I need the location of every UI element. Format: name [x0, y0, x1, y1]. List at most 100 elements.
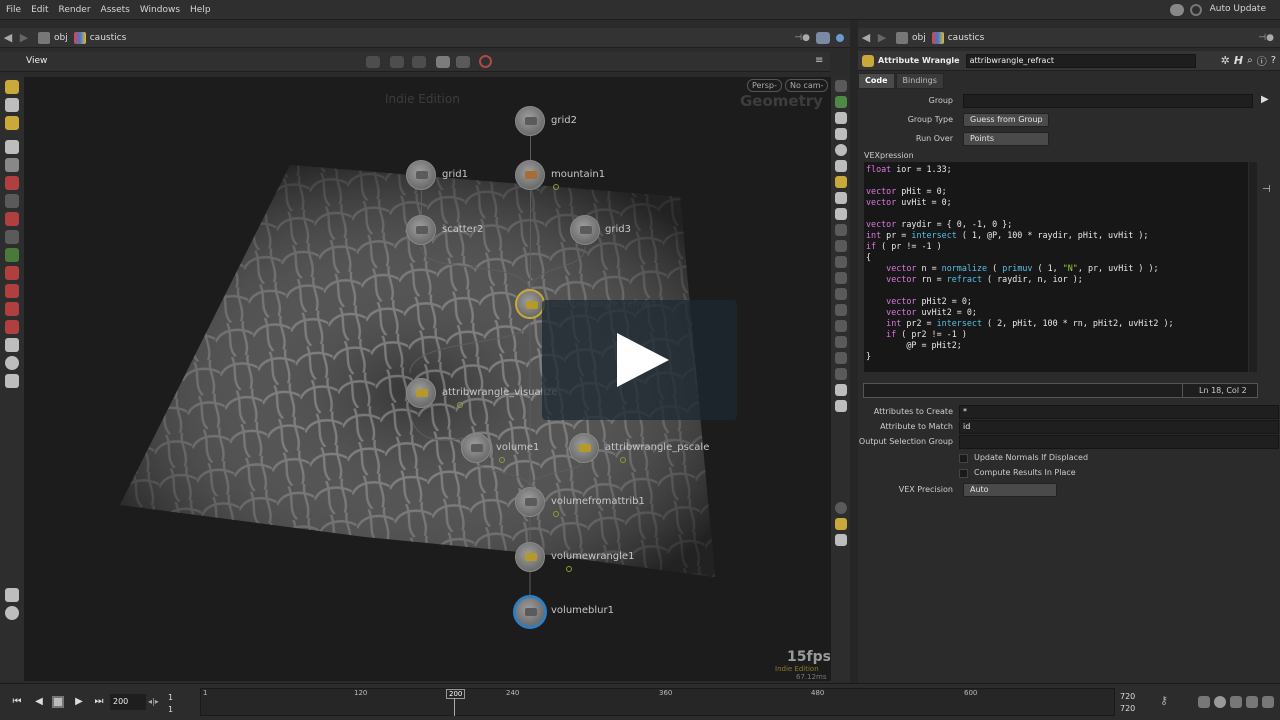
vex-code-editor[interactable]: float ior = 1.33; vector pHit = 0; vector… — [864, 162, 1248, 372]
sim-icon[interactable] — [1198, 696, 1210, 708]
code-line[interactable] — [866, 175, 1246, 186]
node-attribwrangle-pscale[interactable] — [569, 433, 599, 463]
back-arrow-icon[interactable]: ◀ — [0, 31, 16, 44]
code-line[interactable]: float ior = 1.33; — [866, 164, 1246, 175]
measure-icon[interactable] — [834, 336, 847, 348]
help-h-icon[interactable]: H — [1234, 54, 1243, 67]
menu-edit[interactable]: Edit — [31, 5, 48, 15]
menu-windows[interactable]: Windows — [140, 5, 180, 15]
select-mode-icon[interactable] — [366, 56, 380, 68]
vex-precision-menu[interactable]: Auto — [963, 483, 1057, 497]
eye-icon[interactable] — [834, 534, 847, 546]
playhead[interactable]: 200 — [446, 689, 466, 699]
menu-file[interactable]: File — [6, 5, 21, 15]
pin-icon[interactable]: ⊣● — [1258, 33, 1274, 43]
frame-ruler[interactable]: 1 120 200 240 360 480 600 — [200, 688, 1115, 716]
breadcrumb-obj[interactable]: obj — [896, 31, 926, 44]
code-line[interactable]: vector raydir = { 0, -1, 0 }; — [866, 219, 1246, 230]
handle-icon[interactable] — [412, 56, 426, 68]
viewer-tab[interactable]: View — [26, 56, 47, 66]
rotate-icon[interactable] — [5, 194, 19, 208]
box-icon[interactable] — [834, 352, 847, 364]
output-sel-field[interactable] — [959, 435, 1279, 449]
key-icon[interactable]: ⚷ — [1160, 694, 1168, 707]
brush-icon[interactable] — [5, 248, 19, 262]
node-attribwrangle-refract[interactable] — [515, 289, 545, 319]
node-name-field[interactable]: attribwrangle_refract — [965, 53, 1196, 68]
breadcrumb-caustics[interactable]: caustics — [931, 31, 984, 44]
help-circle-icon[interactable]: ? — [1271, 55, 1276, 66]
screen-icon[interactable] — [456, 56, 470, 68]
move-icon[interactable] — [5, 176, 19, 190]
code-line[interactable]: if ( pr2 != -1 ) — [866, 329, 1246, 340]
texture-icon[interactable] — [834, 192, 847, 204]
text-abc-icon[interactable] — [834, 368, 847, 380]
code-scrollbar[interactable] — [1249, 162, 1257, 372]
node-volume1[interactable] — [461, 433, 491, 463]
update-normals-checkbox[interactable] — [959, 454, 968, 463]
code-line[interactable]: vector uvHit2 = 0; — [866, 307, 1246, 318]
points-icon[interactable] — [834, 240, 847, 252]
audio-icon[interactable] — [1230, 696, 1242, 708]
prim-icon[interactable] — [834, 256, 847, 268]
code-line[interactable] — [866, 285, 1246, 296]
node-attribwrangle-visualize[interactable] — [406, 378, 436, 408]
play-forward-icon[interactable]: ▶ — [72, 696, 86, 708]
camera-icon[interactable] — [5, 338, 19, 352]
code-line[interactable]: vector n = normalize ( primuv ( 1, "N", … — [866, 263, 1246, 274]
image-icon[interactable] — [834, 384, 847, 396]
lock-icon[interactable] — [5, 158, 19, 172]
transform-icon[interactable] — [390, 56, 404, 68]
jump-end-icon[interactable]: ⏭ — [92, 696, 106, 708]
wire-icon[interactable] — [834, 128, 847, 140]
light-icon[interactable] — [836, 33, 844, 42]
node-grid3[interactable] — [570, 215, 600, 245]
tab-bindings[interactable]: Bindings — [895, 73, 944, 89]
scale-icon[interactable] — [5, 212, 19, 226]
pane-divider[interactable] — [850, 20, 858, 683]
end-frame-b[interactable]: 720 — [1120, 704, 1135, 713]
magnet-icon[interactable] — [5, 320, 19, 334]
cloud-icon[interactable] — [1170, 4, 1184, 16]
menu-assets[interactable]: Assets — [101, 5, 130, 15]
snap-grid-icon[interactable] — [5, 266, 19, 280]
group-type-menu[interactable]: Guess from Group — [963, 113, 1049, 127]
code-line[interactable]: vector uvHit = 0; — [866, 197, 1246, 208]
expand-icon[interactable]: ⊣ — [1262, 184, 1271, 195]
snapshot-icon[interactable] — [834, 400, 847, 412]
paint-icon[interactable] — [5, 80, 19, 94]
node-volumefromattrib1[interactable] — [515, 487, 545, 517]
node-scatter2[interactable] — [406, 215, 436, 245]
node-grid1[interactable] — [406, 160, 436, 190]
pin-icon[interactable]: ⊣● — [794, 33, 810, 43]
cube-icon[interactable] — [816, 31, 830, 44]
paint-bucket-icon[interactable] — [5, 588, 19, 602]
code-line[interactable] — [866, 208, 1246, 219]
end-frame-a[interactable]: 720 — [1120, 692, 1135, 701]
vertex-icon[interactable] — [834, 272, 847, 284]
menu-help[interactable]: Help — [190, 5, 211, 15]
realtime-icon[interactable] — [1214, 696, 1226, 708]
info-circle-icon[interactable]: ⓘ — [1257, 53, 1267, 68]
refresh-icon[interactable] — [1190, 4, 1202, 16]
node-mountain1[interactable] — [515, 160, 545, 190]
bounds-icon[interactable] — [834, 320, 847, 332]
snap-point-icon[interactable] — [5, 302, 19, 316]
sphere-icon[interactable] — [5, 606, 19, 620]
tab-code[interactable]: Code — [858, 73, 895, 89]
mesh-icon[interactable] — [5, 98, 19, 112]
stamp-icon[interactable] — [5, 374, 19, 388]
shading-icon[interactable] — [834, 96, 847, 108]
bulb-icon[interactable] — [834, 160, 847, 172]
normals-icon[interactable] — [834, 224, 847, 236]
video-play-button[interactable] — [542, 300, 737, 420]
back-arrow-icon[interactable]: ◀ — [858, 31, 874, 44]
info-icon[interactable] — [834, 502, 847, 514]
select-arrow-icon[interactable]: ▶ — [1261, 94, 1269, 105]
tag-icon[interactable] — [5, 116, 19, 130]
range-icon[interactable] — [1246, 696, 1258, 708]
run-over-menu[interactable]: Points — [963, 132, 1049, 146]
settings-icon[interactable] — [1262, 696, 1274, 708]
code-line[interactable]: } — [866, 351, 1246, 362]
code-line[interactable]: vector pHit2 = 0; — [866, 296, 1246, 307]
